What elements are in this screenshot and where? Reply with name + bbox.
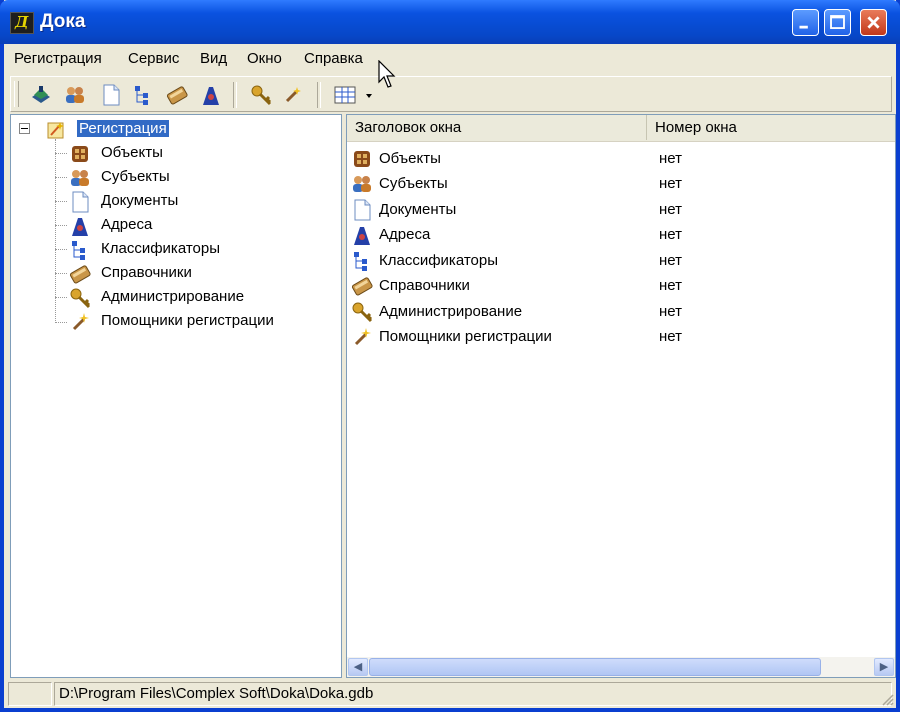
administration-icon[interactable] bbox=[249, 83, 273, 107]
list-item[interactable]: Справочники нет bbox=[351, 274, 891, 298]
classifiers-icon bbox=[72, 241, 85, 260]
subjects-icon[interactable] bbox=[63, 83, 87, 107]
tree-node-label: Помощники регистрации bbox=[101, 312, 274, 329]
menu-bar: Регистрация Сервис Вид Окно Справка bbox=[4, 44, 896, 72]
registration-icon bbox=[47, 122, 64, 139]
minimize-button[interactable] bbox=[792, 9, 819, 36]
wizards-icon bbox=[72, 313, 89, 331]
tree-node-label: Адреса bbox=[101, 216, 153, 233]
tree-node-label: Субъекты bbox=[101, 168, 170, 185]
horizontal-scrollbar[interactable]: ◀ ▶ bbox=[347, 657, 895, 677]
list-item-title: Классификаторы bbox=[379, 252, 499, 269]
menu-view[interactable]: Вид bbox=[200, 50, 227, 67]
subjects-icon bbox=[353, 176, 371, 192]
list-item-number: нет bbox=[659, 252, 682, 269]
status-panel-empty bbox=[8, 682, 52, 706]
view-grid-icon[interactable] bbox=[333, 83, 357, 107]
list-item-number: нет bbox=[659, 328, 682, 345]
addresses-icon[interactable] bbox=[199, 83, 223, 107]
list-item-number: нет bbox=[659, 277, 682, 294]
tree-collapse-toggle[interactable] bbox=[19, 123, 30, 134]
subjects-icon bbox=[71, 170, 89, 186]
references-icon bbox=[69, 265, 91, 284]
registration-icon[interactable] bbox=[29, 83, 53, 107]
list-item[interactable]: Документы нет bbox=[351, 198, 891, 222]
classifiers-icon[interactable] bbox=[131, 83, 155, 107]
scroll-left-button[interactable]: ◀ bbox=[348, 658, 368, 676]
tree-node-label: Классификаторы bbox=[101, 240, 221, 257]
app-window: Дока Регистрация Сервис Вид Окно Справка bbox=[0, 0, 900, 712]
tree-node-label: Администрирование bbox=[101, 288, 245, 305]
documents-icon[interactable] bbox=[99, 83, 123, 107]
column-header-window-number[interactable]: Номер окна bbox=[647, 115, 895, 140]
list-item-title: Документы bbox=[379, 201, 457, 218]
list-item[interactable]: Администрирование нет bbox=[351, 300, 891, 324]
column-header-window-title[interactable]: Заголовок окна bbox=[347, 115, 647, 140]
menu-registration[interactable]: Регистрация bbox=[14, 50, 102, 67]
list-item[interactable]: Субъекты нет bbox=[351, 172, 891, 196]
list-item-number: нет bbox=[659, 303, 682, 320]
documents-icon bbox=[72, 191, 89, 213]
list-item[interactable]: Адреса нет bbox=[351, 223, 891, 247]
list-item[interactable]: Помощники регистрации нет bbox=[351, 325, 891, 349]
list-item-title: Помощники регистрации bbox=[379, 328, 552, 345]
menu-help[interactable]: Справка bbox=[304, 50, 363, 67]
list-item-number: нет bbox=[659, 175, 682, 192]
toolbar-separator bbox=[317, 82, 321, 108]
objects-icon bbox=[354, 151, 370, 167]
resize-grip-icon[interactable] bbox=[880, 692, 894, 706]
close-icon bbox=[867, 16, 880, 29]
toolbar-grip[interactable] bbox=[14, 81, 19, 107]
window-list-panel[interactable]: Заголовок окна Номер окна Объекты нет Су… bbox=[346, 114, 896, 678]
list-item-number: нет bbox=[659, 150, 682, 167]
references-icon bbox=[351, 277, 373, 296]
tree-connector bbox=[55, 139, 56, 323]
addresses-icon bbox=[354, 227, 370, 245]
list-item[interactable]: Объекты нет bbox=[351, 147, 891, 171]
mouse-cursor-icon bbox=[378, 60, 396, 88]
toolbar bbox=[10, 76, 892, 112]
title-bar[interactable]: Дока bbox=[0, 0, 900, 44]
tree-node-label: Объекты bbox=[101, 144, 163, 161]
status-db-path: D:\Program Files\Complex Soft\Doka\Doka.… bbox=[54, 682, 892, 706]
documents-icon bbox=[354, 199, 371, 221]
close-button[interactable] bbox=[860, 9, 887, 36]
scroll-thumb[interactable] bbox=[369, 658, 821, 676]
scroll-right-button[interactable]: ▶ bbox=[874, 658, 894, 676]
tree-node-label: Документы bbox=[101, 192, 179, 209]
status-bar: D:\Program Files\Complex Soft\Doka\Doka.… bbox=[4, 680, 896, 708]
references-icon[interactable] bbox=[165, 83, 189, 107]
tree-panel[interactable]: Регистрация Объекты Субъекты Документы А… bbox=[10, 114, 342, 678]
window-title: Дока bbox=[40, 11, 86, 32]
list-item[interactable]: Классификаторы нет bbox=[351, 249, 891, 273]
list-item-title: Адреса bbox=[379, 226, 431, 243]
maximize-button[interactable] bbox=[824, 9, 851, 36]
app-logo-icon[interactable] bbox=[10, 12, 34, 34]
wizards-icon[interactable] bbox=[281, 83, 305, 107]
list-header: Заголовок окна Номер окна bbox=[347, 115, 895, 142]
classifiers-icon bbox=[354, 252, 367, 271]
minimize-icon bbox=[799, 25, 808, 29]
maximize-icon bbox=[830, 15, 845, 29]
objects-icon bbox=[72, 146, 88, 162]
list-item-title: Справочники bbox=[379, 277, 470, 294]
wizards-icon bbox=[354, 328, 371, 346]
list-item-title: Объекты bbox=[379, 150, 441, 167]
toolbar-separator bbox=[233, 82, 237, 108]
tree-root-label: Регистрация bbox=[77, 120, 169, 137]
menu-window[interactable]: Окно bbox=[247, 50, 282, 67]
tree-node-label: Справочники bbox=[101, 264, 192, 281]
menu-service[interactable]: Сервис bbox=[128, 50, 179, 67]
list-item-title: Субъекты bbox=[379, 175, 448, 192]
list-item-number: нет bbox=[659, 201, 682, 218]
administration-icon bbox=[352, 302, 373, 323]
list-item-title: Администрирование bbox=[379, 303, 523, 320]
list-item-number: нет bbox=[659, 226, 682, 243]
chevron-down-icon[interactable] bbox=[363, 83, 375, 107]
administration-icon bbox=[70, 288, 91, 309]
addresses-icon bbox=[72, 218, 88, 236]
